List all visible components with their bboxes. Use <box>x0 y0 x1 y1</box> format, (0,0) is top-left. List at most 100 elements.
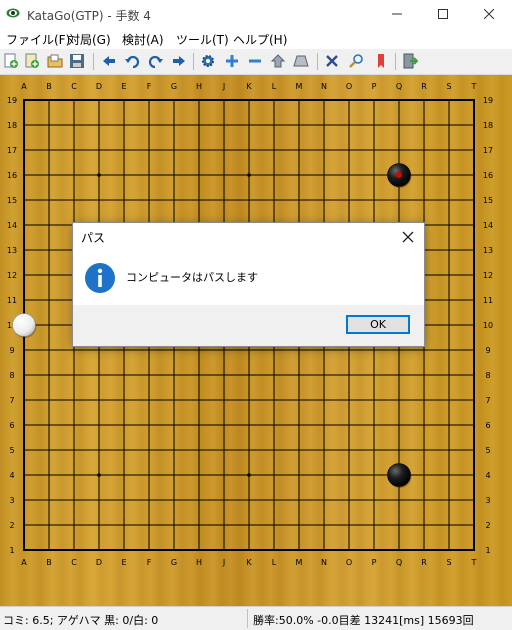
column-label-top: C <box>71 82 77 91</box>
row-label-right: 6 <box>485 421 490 430</box>
menu-bar: ファイル(F) 対局(G) 検討(A) ツール(T) ヘルプ(H) <box>0 28 512 49</box>
row-label-right: 4 <box>485 471 490 480</box>
menu-help[interactable]: ヘルプ(H) <box>233 31 287 48</box>
bookmark-icon <box>378 54 384 68</box>
open-file-button[interactable] <box>46 52 64 70</box>
row-label-left: 13 <box>7 246 17 255</box>
star-point <box>97 173 101 177</box>
white-stone[interactable] <box>12 313 36 337</box>
status-bar: コミ: 6.5; アゲハマ 黒: 0/白: 0 勝率:50.0% -0.0目差 … <box>0 606 512 630</box>
column-label-top: N <box>321 82 327 91</box>
row-label-right: 11 <box>483 296 493 305</box>
row-label-right: 10 <box>483 321 493 330</box>
new-game-button[interactable] <box>2 52 20 70</box>
column-label-bottom: A <box>21 558 27 567</box>
toolbar-separator <box>93 53 94 70</box>
row-label-left: 9 <box>9 346 14 355</box>
move-forward-button[interactable] <box>170 52 188 70</box>
row-label-right: 15 <box>483 196 493 205</box>
info-icon <box>85 263 115 293</box>
row-label-left: 5 <box>9 446 14 455</box>
close-icon <box>402 231 414 243</box>
row-label-right: 12 <box>483 271 493 280</box>
row-label-right: 5 <box>485 446 490 455</box>
row-label-right: 8 <box>485 371 490 380</box>
column-label-bottom: D <box>96 558 102 567</box>
close-icon <box>484 9 494 19</box>
column-label-bottom: F <box>147 558 152 567</box>
exit-button[interactable] <box>401 52 419 70</box>
menu-tools[interactable]: ツール(T) <box>176 31 229 48</box>
row-label-right: 14 <box>483 221 493 230</box>
new-game-icon <box>4 53 18 68</box>
row-label-right: 18 <box>483 121 493 130</box>
zoom-in-button[interactable] <box>223 52 241 70</box>
menu-analyze[interactable]: 検討(A) <box>122 31 164 48</box>
move-back-button[interactable] <box>100 52 118 70</box>
dialog-close-button[interactable] <box>392 223 424 251</box>
zoom-out-icon <box>249 59 261 63</box>
home-icon <box>270 54 286 68</box>
column-label-bottom: N <box>321 558 327 567</box>
column-label-top: R <box>421 82 427 91</box>
row-label-left: 14 <box>7 221 17 230</box>
column-label-top: K <box>246 82 252 91</box>
minimize-button[interactable] <box>374 0 420 28</box>
window-title: KataGo(GTP) - 手数 4 <box>27 9 151 23</box>
bookmark-button[interactable] <box>372 52 390 70</box>
zoom-out-button[interactable] <box>246 52 264 70</box>
column-label-top: S <box>446 82 451 91</box>
column-label-top: M <box>296 82 303 91</box>
settings-button[interactable] <box>199 52 217 70</box>
eraser-button[interactable] <box>292 52 310 70</box>
column-label-top: F <box>147 82 152 91</box>
close-button[interactable] <box>466 0 512 28</box>
row-label-right: 19 <box>483 96 493 105</box>
cross-icon <box>326 55 338 67</box>
star-point <box>247 473 251 477</box>
column-label-top: P <box>372 82 377 91</box>
status-komi-captures: コミ: 6.5; アゲハマ 黒: 0/白: 0 <box>3 614 159 627</box>
undo-icon <box>125 55 140 69</box>
row-label-left: 3 <box>9 496 14 505</box>
search-button[interactable] <box>347 52 365 70</box>
minimize-icon <box>392 13 402 15</box>
eraser-icon <box>293 55 309 67</box>
status-separator <box>247 609 248 628</box>
redo-button[interactable] <box>147 52 165 70</box>
row-label-left: 4 <box>9 471 14 480</box>
row-label-left: 16 <box>7 171 17 180</box>
zoom-in-icon <box>226 55 238 67</box>
undo-button[interactable] <box>123 52 141 70</box>
redo-icon <box>148 55 163 69</box>
exit-icon <box>403 53 418 69</box>
column-label-bottom: Q <box>396 558 402 567</box>
save-file-button[interactable] <box>68 52 86 70</box>
column-label-top: G <box>171 82 177 91</box>
menu-file[interactable]: ファイル(F) <box>6 31 70 48</box>
star-point <box>97 473 101 477</box>
status-winrate: 勝率:50.0% -0.0目差 13241[ms] 15693回 <box>253 614 474 627</box>
cross-button[interactable] <box>323 52 341 70</box>
ok-button[interactable]: OK <box>346 315 410 334</box>
row-label-right: 16 <box>483 171 493 180</box>
column-label-top: A <box>21 82 27 91</box>
maximize-button[interactable] <box>420 0 466 28</box>
home-button[interactable] <box>269 52 287 70</box>
dialog-footer: OK <box>73 305 424 346</box>
column-label-bottom: P <box>372 558 377 567</box>
column-label-bottom: M <box>296 558 303 567</box>
row-label-left: 8 <box>9 371 14 380</box>
new-board-button[interactable] <box>23 52 41 70</box>
row-label-left: 17 <box>7 146 17 155</box>
black-stone[interactable] <box>387 463 411 487</box>
row-label-right: 2 <box>485 521 490 530</box>
row-label-left: 15 <box>7 196 17 205</box>
column-label-bottom: J <box>222 558 225 567</box>
menu-game[interactable]: 対局(G) <box>68 31 111 48</box>
star-point <box>247 173 251 177</box>
move-forward-icon <box>173 56 185 66</box>
row-label-right: 3 <box>485 496 490 505</box>
dialog-title: パス <box>81 231 106 245</box>
save-file-icon <box>70 54 84 68</box>
